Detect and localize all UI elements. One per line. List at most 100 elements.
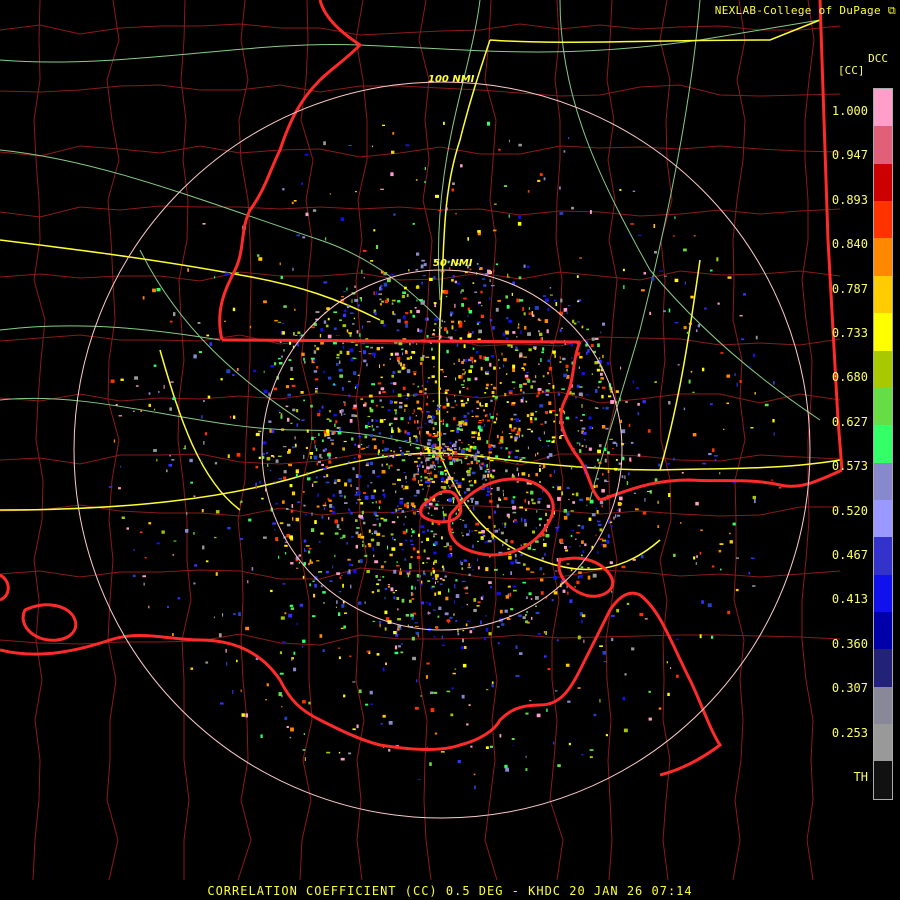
radar-echo (517, 326, 520, 329)
radar-echo (415, 415, 418, 417)
radar-echo (391, 547, 396, 551)
radar-echo (528, 307, 530, 310)
radar-echo (442, 452, 444, 456)
radar-echo (377, 542, 379, 546)
radar-echo (425, 675, 428, 679)
radar-echo (394, 409, 397, 411)
radar-echo (446, 398, 448, 402)
radar-echo (467, 398, 469, 402)
radar-echo (361, 269, 363, 274)
radar-echo (286, 523, 291, 527)
radar-echo (317, 412, 321, 417)
radar-echo (484, 414, 486, 417)
radar-echo (430, 514, 433, 516)
radar-echo (530, 430, 533, 433)
radar-echo (732, 522, 736, 526)
radar-echo (543, 177, 546, 181)
radar-echo (338, 490, 342, 494)
legend-label: 0.360 (831, 636, 868, 651)
radar-echo (624, 673, 627, 676)
radar-echo (494, 203, 497, 205)
radar-echo (285, 508, 289, 510)
radar-echo (547, 372, 550, 375)
radar-echo (272, 522, 277, 525)
radar-echo (468, 704, 471, 706)
radar-echo (334, 519, 338, 524)
radar-echo (305, 212, 309, 217)
radar-echo (396, 356, 401, 361)
radar-echo (477, 566, 480, 570)
radar-echo (323, 507, 326, 510)
radar-echo (553, 575, 558, 580)
radar-echo (622, 456, 625, 461)
radar-echo (437, 581, 439, 583)
radar-echo (454, 451, 458, 455)
radar-echo (418, 329, 423, 333)
radar-echo (349, 419, 353, 423)
radar-echo (372, 438, 377, 441)
radar-echo (579, 442, 581, 446)
radar-echo (368, 529, 371, 533)
radar-echo (398, 405, 403, 409)
legend-label: 0.467 (831, 548, 868, 562)
radar-echo (654, 251, 657, 254)
radar-echo (663, 310, 666, 313)
radar-echo (404, 503, 408, 508)
radar-echo (426, 380, 429, 383)
radar-echo (463, 297, 467, 300)
radar-echo (482, 595, 484, 599)
radar-echo (360, 398, 364, 401)
radar-echo (750, 427, 754, 429)
radar-echo (572, 319, 575, 324)
radar-echo (579, 498, 583, 501)
radar-echo (334, 554, 336, 558)
radar-echo (647, 429, 651, 433)
radar-echo (485, 356, 489, 361)
radar-echo (409, 437, 411, 441)
radar-echo (553, 351, 556, 355)
radar-echo (383, 363, 385, 367)
radar-echo (610, 525, 614, 527)
radar-echo (518, 323, 520, 326)
radar-echo (433, 535, 435, 538)
radar-echo (397, 300, 401, 303)
radar-echo (281, 694, 283, 698)
radar-echo (313, 455, 318, 460)
radar-echo (390, 449, 392, 452)
radar-echo (735, 557, 739, 559)
radar-echo (748, 572, 751, 575)
radar-echo (390, 172, 394, 177)
radar-echo (372, 470, 375, 474)
radar-echo (245, 713, 248, 718)
radar-echo (497, 299, 501, 302)
radar-echo (308, 701, 311, 705)
radar-echo (341, 604, 345, 608)
radar-echo (488, 632, 492, 636)
radar-echo (233, 613, 236, 615)
radar-echo (583, 639, 585, 643)
external-link-icon[interactable]: ⧉ (881, 4, 896, 17)
radar-echo (468, 563, 470, 567)
radar-echo (557, 392, 560, 396)
radar-echo (311, 436, 314, 441)
radar-echo (534, 417, 537, 421)
radar-echo (291, 491, 296, 496)
radar-echo (381, 535, 385, 537)
radar-echo (620, 366, 622, 370)
radar-echo (236, 659, 238, 663)
radar-echo (520, 517, 523, 522)
radar-echo (142, 296, 145, 300)
radar-echo (555, 526, 559, 529)
radar-echo (484, 456, 488, 460)
radar-echo (499, 382, 502, 384)
radar-echo (528, 348, 532, 352)
radar-echo (719, 543, 724, 545)
radar-echo (446, 619, 451, 623)
radar-echo (502, 489, 504, 493)
radar-echo (319, 453, 322, 458)
radar-echo (379, 623, 381, 628)
radar-echo (353, 357, 357, 360)
radar-echo (348, 394, 351, 397)
radar-echo (538, 363, 540, 365)
radar-echo (466, 723, 469, 726)
